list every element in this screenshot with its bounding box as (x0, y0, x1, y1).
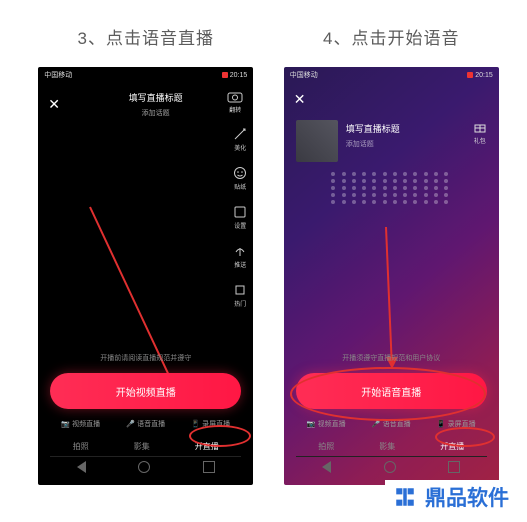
opt-voice[interactable]: 🎤 语音直播 (372, 419, 411, 429)
android-nav (50, 456, 241, 477)
nav-home-icon[interactable] (384, 461, 396, 473)
watermark-logo-icon (391, 483, 419, 511)
nav-recent-icon[interactable] (448, 461, 460, 473)
hot-icon[interactable]: 热门 (233, 283, 247, 308)
opt-video[interactable]: 📷 视频直播 (61, 419, 100, 429)
nav-recent-icon[interactable] (203, 461, 215, 473)
beauty-icon[interactable]: 美化 (233, 127, 247, 152)
gift-icon[interactable]: 礼包 (473, 120, 487, 145)
close-icon[interactable]: ✕ (294, 91, 306, 108)
avatar[interactable] (296, 120, 338, 162)
close-icon[interactable]: ✕ (48, 96, 60, 113)
topic-link[interactable]: 添加话题 (68, 108, 243, 118)
title-input[interactable]: 填写直播标题 (68, 91, 243, 104)
nav-back-icon[interactable] (322, 461, 331, 473)
opt-screen[interactable]: 📱 录屏直播 (191, 419, 230, 429)
push-icon[interactable]: 推送 (233, 244, 247, 269)
status-bar: 中国移动 20:15 (38, 67, 253, 83)
phone-step3: 中国移动 20:15 ✕ 填写直播标题 添加话题 翻转 美化 贴纸 设置 推送 (38, 67, 253, 485)
step4-caption: 4、点击开始语音 (323, 24, 459, 49)
sticker-icon[interactable]: 贴纸 (233, 166, 247, 191)
hint-text: 开播须遵守直播规范和用户协议 (296, 353, 487, 363)
opt-voice[interactable]: 🎤 语音直播 (126, 419, 165, 429)
side-toolbar: 美化 贴纸 设置 推送 热门 (233, 127, 247, 308)
status-bar: 中国移动 20:15 (284, 67, 499, 83)
start-video-live-button[interactable]: 开始视频直播 (50, 373, 241, 409)
flip-camera-icon[interactable]: 翻转 (227, 91, 243, 114)
opt-screen[interactable]: 📱 录屏直播 (437, 419, 476, 429)
start-voice-live-button[interactable]: 开始语音直播 (296, 373, 487, 409)
watermark: 鼎品软件 (385, 480, 515, 514)
nav-back-icon[interactable] (77, 461, 86, 473)
tab-photo[interactable]: 拍照 (73, 441, 89, 452)
android-nav (296, 456, 487, 477)
tab-live[interactable]: 开直播 (440, 441, 464, 452)
hint-text: 开播前请阅读直播规范并遵守 (50, 353, 241, 363)
topic-link[interactable]: 添加话题 (346, 139, 400, 149)
tab-album[interactable]: 影集 (134, 441, 150, 452)
step3-caption: 3、点击语音直播 (78, 24, 214, 49)
tab-album[interactable]: 影集 (379, 441, 395, 452)
title-input[interactable]: 填写直播标题 (346, 122, 400, 135)
opt-video[interactable]: 📷 视频直播 (307, 419, 346, 429)
tab-photo[interactable]: 拍照 (318, 441, 334, 452)
audience-grid (331, 172, 451, 204)
tab-live[interactable]: 开直播 (195, 441, 219, 452)
phone-step4: 中国移动 20:15 ✕ 填写直播标题 添加话题 礼包 (284, 67, 499, 485)
nav-home-icon[interactable] (138, 461, 150, 473)
settings-icon[interactable]: 设置 (233, 205, 247, 230)
